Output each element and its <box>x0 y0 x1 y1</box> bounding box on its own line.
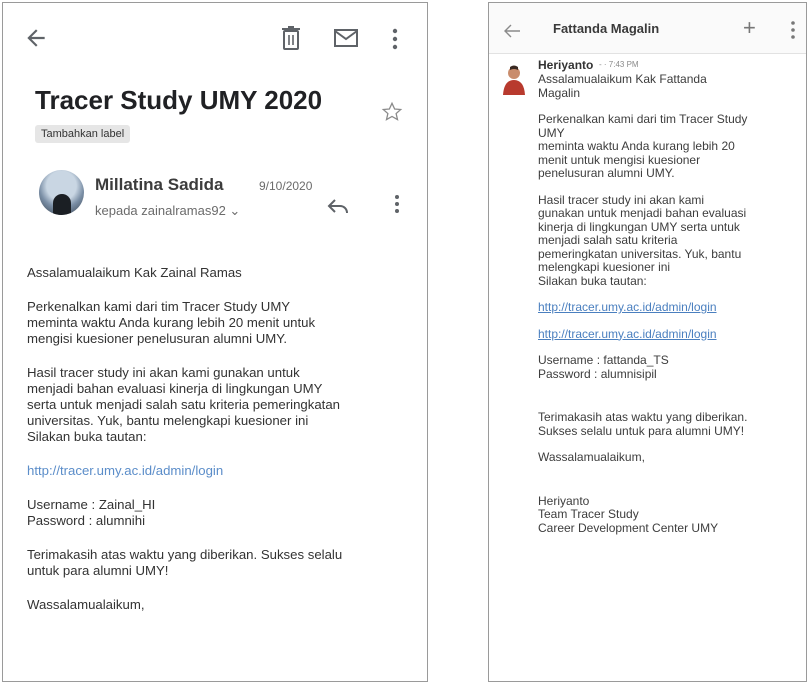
email-body: Assalamualaikum Kak Zainal Ramas Perkena… <box>27 265 411 631</box>
email-panel: Tracer Study UMY 2020 Tambahkan label Mi… <box>2 2 428 682</box>
recipient-details[interactable]: kepada zainalramas92 ⌄ <box>95 203 240 219</box>
sender-avatar[interactable] <box>39 170 84 215</box>
message-time: - · 7:43 PM <box>599 60 639 69</box>
thanks-paragraph: Terimakasih atas waktu yang diberikan. S… <box>27 547 343 578</box>
star-icon[interactable] <box>381 101 403 123</box>
credentials: Username : fattanda_TS Password : alumni… <box>538 353 669 381</box>
add-icon[interactable]: + <box>743 17 756 39</box>
chat-header: Fattanda Magalin + <box>489 3 806 54</box>
sender-avatar[interactable] <box>501 65 527 95</box>
chat-title: Fattanda Magalin <box>553 21 660 36</box>
back-arrow-icon[interactable] <box>503 23 521 39</box>
tracer-login-link[interactable]: http://tracer.umy.ac.id/admin/login <box>27 463 411 479</box>
chat-panel: Fattanda Magalin + Heriyanto - · 7:43 PM… <box>488 2 807 682</box>
greeting: Assalamualaikum Kak Zainal Ramas <box>27 265 242 280</box>
purpose-paragraph: Hasil tracer study ini akan kami gunakan… <box>538 192 747 288</box>
more-vert-icon[interactable] <box>789 19 797 41</box>
tracer-login-link[interactable]: http://tracer.umy.ac.id/admin/login <box>538 300 803 315</box>
intro-paragraph: Perkenalkan kami dari tim Tracer Study U… <box>27 299 316 346</box>
closing: Wassalamualaikum, <box>27 597 145 612</box>
credentials: Username : Zainal_HI Password : alumnihi <box>27 497 156 528</box>
chat-message-body: Assalamualaikum Kak Fattanda Magalin Per… <box>538 72 803 548</box>
sender-name[interactable]: Millatina Sadida <box>95 175 223 195</box>
avatar-silhouette <box>53 194 71 215</box>
reply-icon[interactable] <box>326 196 350 216</box>
greeting: Assalamualaikum Kak Fattanda Magalin <box>538 72 707 100</box>
intro-paragraph: Perkenalkan kami dari tim Tracer Study U… <box>538 112 748 180</box>
message-more-icon[interactable] <box>392 193 402 215</box>
sender-name: Heriyanto <box>538 58 594 72</box>
email-toolbar <box>3 3 427 73</box>
tracer-login-link-2[interactable]: http://tracer.umy.ac.id/admin/login <box>538 327 803 342</box>
more-vert-icon[interactable] <box>390 27 400 51</box>
purpose-paragraph: Hasil tracer study ini akan kami gunakan… <box>27 365 341 444</box>
mark-unread-mail-icon[interactable] <box>333 27 359 49</box>
closing: Wassalamualaikum, <box>538 450 645 464</box>
trash-icon[interactable] <box>279 25 303 51</box>
add-label-chip[interactable]: Tambahkan label <box>35 125 131 143</box>
back-arrow-icon[interactable] <box>23 25 49 51</box>
thanks-paragraph: Terimakasih atas waktu yang diberikan. S… <box>538 410 748 438</box>
email-date: 9/10/2020 <box>259 179 313 193</box>
email-subject: Tracer Study UMY 2020 <box>35 85 323 115</box>
signature: Heriyanto Team Tracer Study Career Devel… <box>538 493 719 535</box>
